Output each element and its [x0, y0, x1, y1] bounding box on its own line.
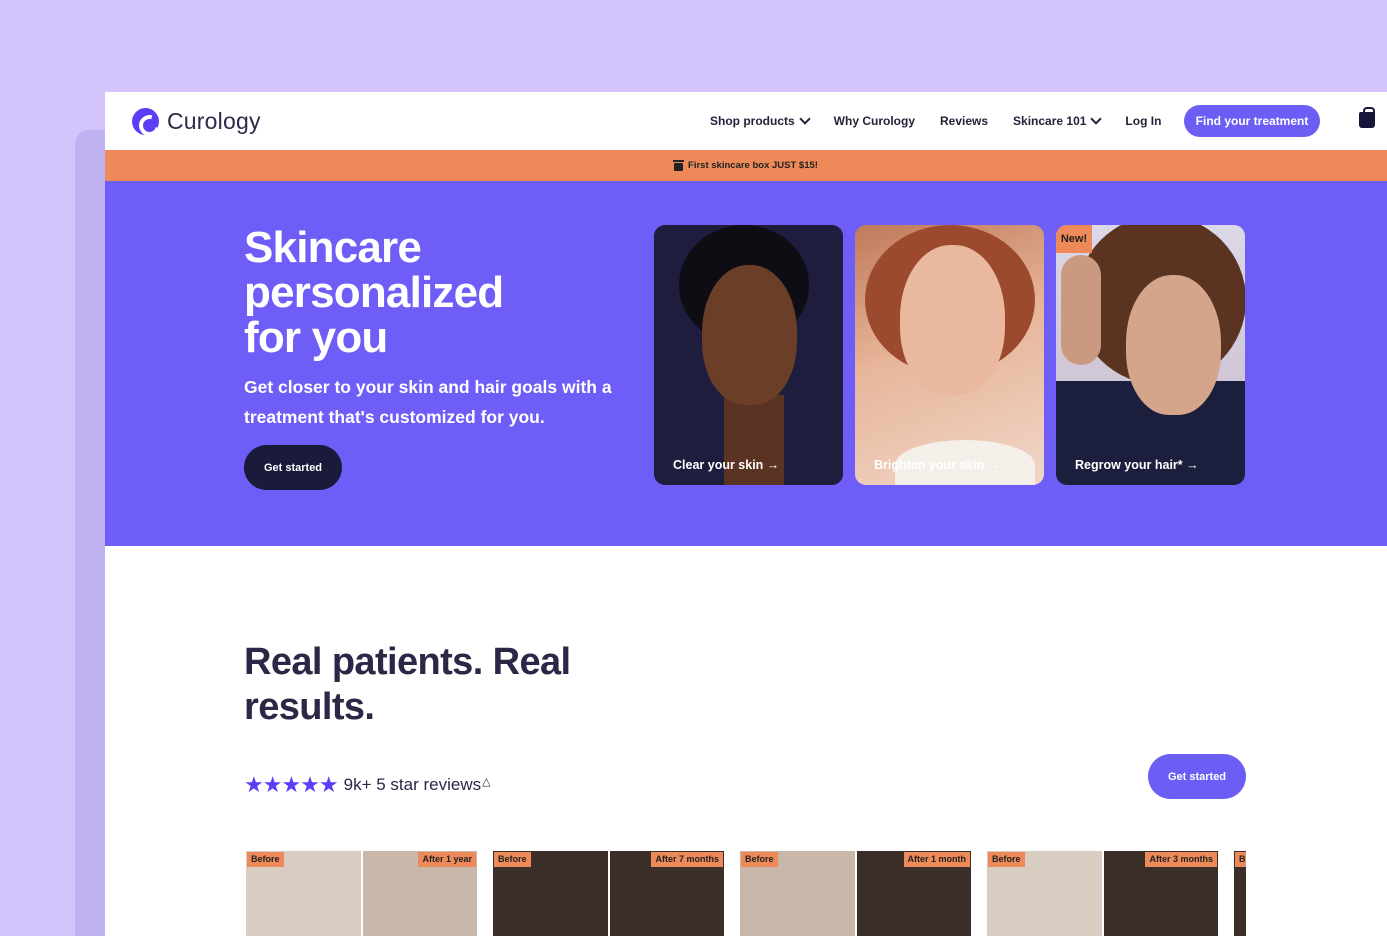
- results-get-started-button[interactable]: Get started: [1148, 754, 1246, 799]
- logo-text: Curology: [167, 107, 261, 134]
- before-tag: Before: [988, 852, 1025, 867]
- nav-reviews[interactable]: Reviews: [940, 114, 988, 128]
- nav-shop-products[interactable]: Shop products: [710, 113, 811, 128]
- after-photo: After 7 months: [609, 851, 724, 936]
- nav-links: Shop products Why Curology Reviews Skinc…: [710, 92, 1186, 150]
- shopping-bag-icon[interactable]: [1359, 107, 1375, 128]
- before-after-card[interactable]: Before After 3 months: [987, 851, 1218, 936]
- card-label: Brighten your skin →: [874, 458, 1001, 472]
- before-after-card[interactable]: Before After 1 year: [246, 851, 477, 936]
- rating-text: 9k+ 5 star reviews: [343, 775, 482, 794]
- photo-hand: [1061, 255, 1101, 365]
- before-tag: B: [1235, 852, 1246, 867]
- footnote-triangle-icon: △: [482, 775, 491, 788]
- hero-title: Skincare personalized for you: [244, 223, 504, 362]
- find-your-treatment-button[interactable]: Find your treatment: [1184, 105, 1320, 137]
- man-portrait-photo: [1126, 275, 1221, 415]
- before-photo: Before: [987, 851, 1102, 936]
- logo[interactable]: Curology: [132, 107, 261, 135]
- regrow-hair-card[interactable]: New! Regrow your hair* →: [1056, 225, 1245, 485]
- before-photo: Before: [246, 851, 361, 936]
- nav-reviews-label: Reviews: [940, 114, 989, 128]
- rating-summary[interactable]: ★★★★★ 9k+ 5 star reviews △: [244, 772, 491, 798]
- after-tag: After 3 months: [1145, 852, 1217, 867]
- nav-log-in-label: Log In: [1125, 114, 1162, 128]
- star-rating-icon: ★★★★★: [244, 772, 339, 797]
- nav-why-curology[interactable]: Why Curology: [834, 114, 915, 128]
- before-after-card[interactable]: B: [1234, 851, 1246, 936]
- top-nav: Curology Shop products Why Curology Revi…: [105, 92, 1387, 150]
- hero-subtitle: Get closer to your skin and hair goals w…: [244, 377, 612, 427]
- before-after-card[interactable]: Before After 7 months: [493, 851, 724, 936]
- promo-text: First skincare box JUST $15!: [688, 160, 818, 171]
- card-label: Regrow your hair* →: [1075, 458, 1199, 472]
- hero: Skincare personalized for you Get closer…: [105, 181, 1387, 546]
- brighten-skin-card[interactable]: Brighten your skin →: [855, 225, 1044, 485]
- after-photo: After 3 months: [1103, 851, 1218, 936]
- nav-shop-products-label: Shop products: [710, 114, 795, 128]
- before-tag: Before: [247, 852, 284, 867]
- after-photo: After 1 year: [362, 851, 477, 936]
- after-tag: After 7 months: [651, 852, 723, 867]
- nav-why-curology-label: Why Curology: [833, 114, 915, 128]
- after-photo: After 1 month: [856, 851, 971, 936]
- before-after-card[interactable]: Before After 1 month: [740, 851, 971, 936]
- after-tag: After 1 year: [418, 852, 476, 867]
- card-label: Clear your skin →: [673, 458, 780, 472]
- results-title: Real patients. Real results.: [244, 641, 571, 728]
- before-photo: B: [1234, 851, 1246, 936]
- nav-log-in[interactable]: Log In: [1125, 114, 1161, 128]
- browser-page: Curology Shop products Why Curology Revi…: [105, 92, 1387, 936]
- gift-icon: [673, 159, 685, 171]
- nav-skincare-101-label: Skincare 101: [1013, 114, 1087, 128]
- before-tag: Before: [494, 852, 531, 867]
- woman-portrait-photo: [702, 265, 797, 405]
- before-photo: Before: [493, 851, 608, 936]
- chevron-down-icon: [799, 113, 811, 125]
- after-tag: After 1 month: [903, 852, 970, 867]
- nav-skincare-101[interactable]: Skincare 101: [1013, 113, 1103, 128]
- chevron-down-icon: [1090, 113, 1103, 125]
- curology-logo-icon: [132, 107, 159, 135]
- get-started-button[interactable]: Get started: [244, 445, 342, 490]
- promo-banner[interactable]: First skincare box JUST $15!: [105, 150, 1387, 181]
- new-badge: New!: [1056, 225, 1092, 253]
- before-photo: Before: [740, 851, 855, 936]
- clear-skin-card[interactable]: Clear your skin →: [654, 225, 843, 485]
- woman-portrait-photo: [900, 245, 1005, 395]
- before-tag: Before: [741, 852, 778, 867]
